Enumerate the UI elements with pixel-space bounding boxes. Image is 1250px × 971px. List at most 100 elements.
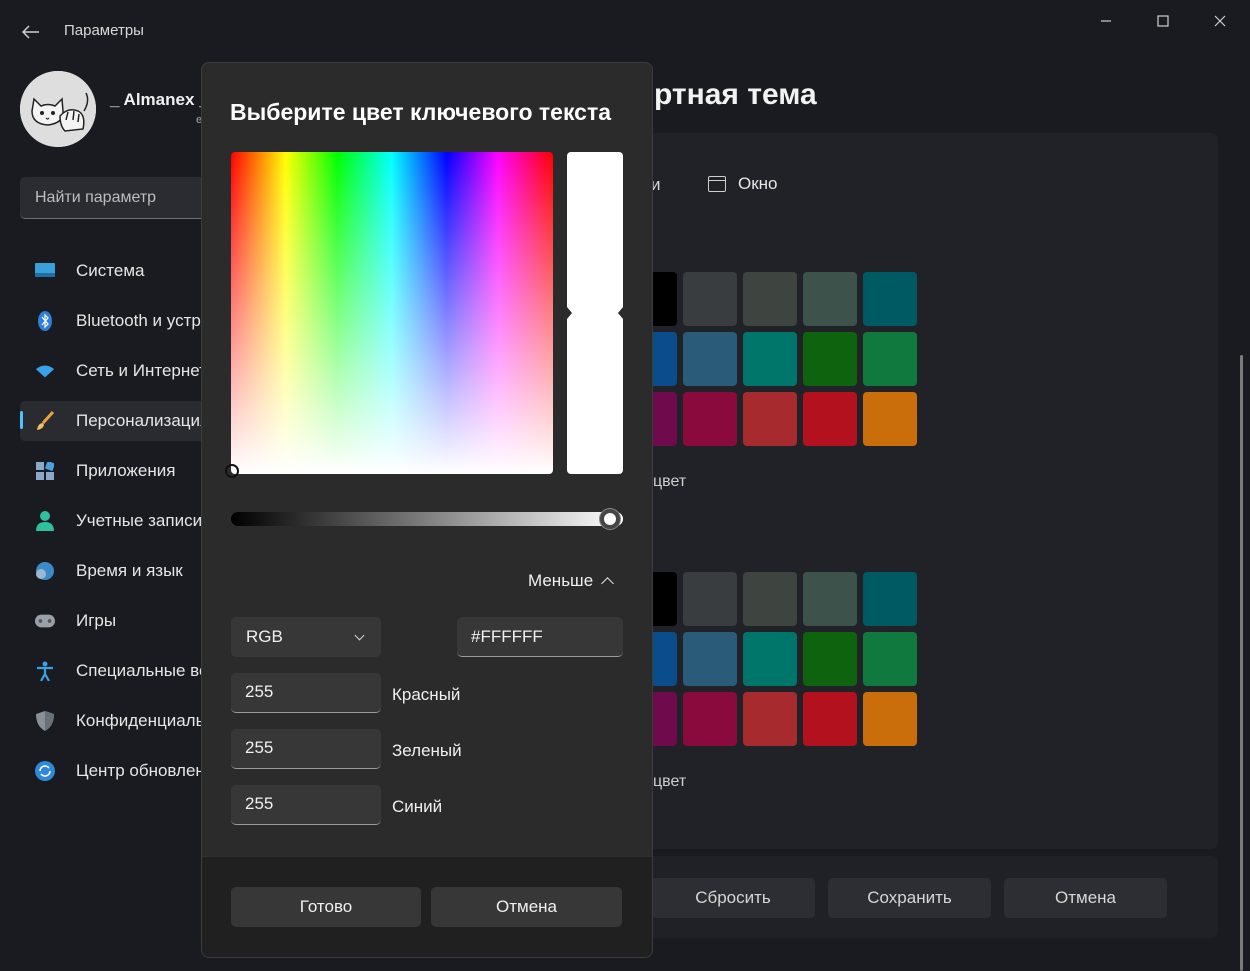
color-spectrum[interactable]	[231, 152, 553, 474]
apps-icon	[35, 461, 55, 481]
preview-notch	[567, 307, 572, 319]
chevron-down-icon	[354, 630, 365, 640]
color-swatch[interactable]	[863, 692, 917, 746]
minimize-icon	[1101, 20, 1111, 22]
scrollbar[interactable]	[1240, 355, 1243, 971]
window-icon	[708, 176, 726, 192]
color-mode-value: RGB	[246, 627, 283, 646]
color-swatch[interactable]	[743, 572, 797, 626]
sidebar-item-network[interactable]: Сеть и Интернет	[20, 351, 210, 391]
color-swatch[interactable]	[683, 272, 737, 326]
color-preview	[567, 152, 623, 474]
sidebar-item-label: Специальные возможности	[76, 661, 210, 680]
less-toggle-button[interactable]: Меньше	[528, 571, 615, 591]
color-swatch[interactable]	[683, 692, 737, 746]
reset-button[interactable]: Сбросить	[651, 878, 815, 918]
cat-avatar-icon	[20, 71, 96, 147]
green-label: Зеленый	[392, 741, 462, 760]
color-swatch[interactable]	[863, 332, 917, 386]
sidebar-item-time-language[interactable]: Время и язык	[20, 551, 210, 591]
search-input[interactable]: Найти параметр	[20, 177, 210, 219]
gamepad-icon	[35, 611, 55, 631]
sidebar-item-privacy[interactable]: Конфиденциальность и защита	[20, 701, 210, 741]
avatar[interactable]	[20, 71, 96, 147]
close-button[interactable]	[1197, 8, 1243, 34]
save-button[interactable]: Сохранить	[828, 878, 991, 918]
sidebar-item-personalization[interactable]: Персонализация	[20, 401, 210, 441]
shield-icon	[35, 711, 55, 731]
color-swatch[interactable]	[803, 392, 857, 446]
color-swatch[interactable]	[803, 272, 857, 326]
value-slider[interactable]	[231, 512, 623, 526]
sidebar-item-label: Сеть и Интернет	[76, 361, 207, 380]
color-swatch[interactable]	[803, 332, 857, 386]
color-swatch[interactable]	[743, 332, 797, 386]
color-swatch[interactable]	[683, 572, 737, 626]
update-icon	[35, 761, 55, 781]
sidebar-item-gaming[interactable]: Игры	[20, 601, 210, 641]
less-label: Меньше	[528, 571, 594, 590]
color-swatch[interactable]	[683, 392, 737, 446]
active-indicator	[20, 411, 23, 429]
sidebar-item-label: Персонализация	[76, 411, 210, 430]
color-swatch[interactable]	[683, 332, 737, 386]
sidebar-item-label: Время и язык	[76, 561, 183, 580]
brush-icon	[35, 411, 55, 431]
color-swatch[interactable]	[743, 632, 797, 686]
color-swatch[interactable]	[863, 272, 917, 326]
dialog-cancel-button[interactable]: Отмена	[431, 887, 622, 927]
color-swatch[interactable]	[743, 692, 797, 746]
maximize-button[interactable]	[1140, 8, 1186, 34]
sidebar-item-label: Приложения	[76, 461, 176, 480]
blue-input[interactable]: 255	[231, 785, 381, 825]
done-button[interactable]: Готово	[231, 887, 421, 927]
sidebar-item-label: Bluetooth и устройства	[76, 311, 210, 330]
sidebar-item-label: Центр обновления Windows	[76, 761, 210, 780]
close-icon	[1214, 15, 1226, 27]
slider-thumb[interactable]	[600, 509, 620, 529]
color-picker-dialog: Выберите цвет ключевого текста Меньше RG…	[201, 62, 653, 958]
tab-window[interactable]: Окно	[708, 174, 778, 194]
color-swatch[interactable]	[863, 632, 917, 686]
sidebar-item-apps[interactable]: Приложения	[20, 451, 210, 491]
app-title: Параметры	[64, 22, 144, 39]
wifi-icon	[35, 361, 55, 381]
chevron-up-icon	[601, 576, 615, 590]
dialog-title: Выберите цвет ключевого текста	[230, 99, 612, 125]
color-swatch[interactable]	[863, 392, 917, 446]
maximize-icon	[1157, 15, 1169, 27]
sidebar-item-accessibility[interactable]: Специальные возможности	[20, 651, 210, 691]
color-swatch[interactable]	[743, 392, 797, 446]
sidebar-item-bluetooth[interactable]: Bluetooth и устройства	[20, 301, 210, 341]
color-swatch[interactable]	[803, 632, 857, 686]
color-swatch[interactable]	[863, 572, 917, 626]
user-name: _ Almanex _	[110, 90, 209, 109]
green-input[interactable]: 255	[231, 729, 381, 769]
red-input[interactable]: 255	[231, 673, 381, 713]
bluetooth-icon	[35, 311, 55, 331]
sidebar-item-accounts[interactable]: Учетные записи	[20, 501, 210, 541]
sidebar-item-label: Система	[76, 261, 145, 280]
back-button[interactable]	[14, 16, 48, 48]
cancel-button[interactable]: Отмена	[1004, 878, 1167, 918]
page-title: ртная тема	[654, 78, 817, 111]
blue-label: Синий	[392, 797, 443, 816]
sidebar-item-windows-update[interactable]: Центр обновления Windows	[20, 751, 210, 791]
sidebar-item-label: Конфиденциальность и защита	[76, 711, 210, 730]
color-swatch[interactable]	[743, 272, 797, 326]
sidebar-item-system[interactable]: Система	[20, 251, 210, 291]
color-mode-select[interactable]: RGB	[231, 617, 381, 657]
hex-input[interactable]: #FFFFFF	[457, 617, 623, 657]
custom-color-label[interactable]: цвет	[653, 473, 686, 491]
accessibility-icon	[35, 661, 55, 681]
preview-notch	[618, 307, 623, 319]
tab-window-label: Окно	[738, 174, 778, 193]
color-swatch[interactable]	[803, 572, 857, 626]
spectrum-handle[interactable]	[225, 464, 239, 478]
color-swatch[interactable]	[803, 692, 857, 746]
swatch-grid-bottom	[623, 572, 917, 746]
sidebar-item-label: Игры	[76, 611, 117, 630]
custom-color-label[interactable]: цвет	[653, 773, 686, 791]
color-swatch[interactable]	[683, 632, 737, 686]
minimize-button[interactable]	[1083, 8, 1129, 34]
